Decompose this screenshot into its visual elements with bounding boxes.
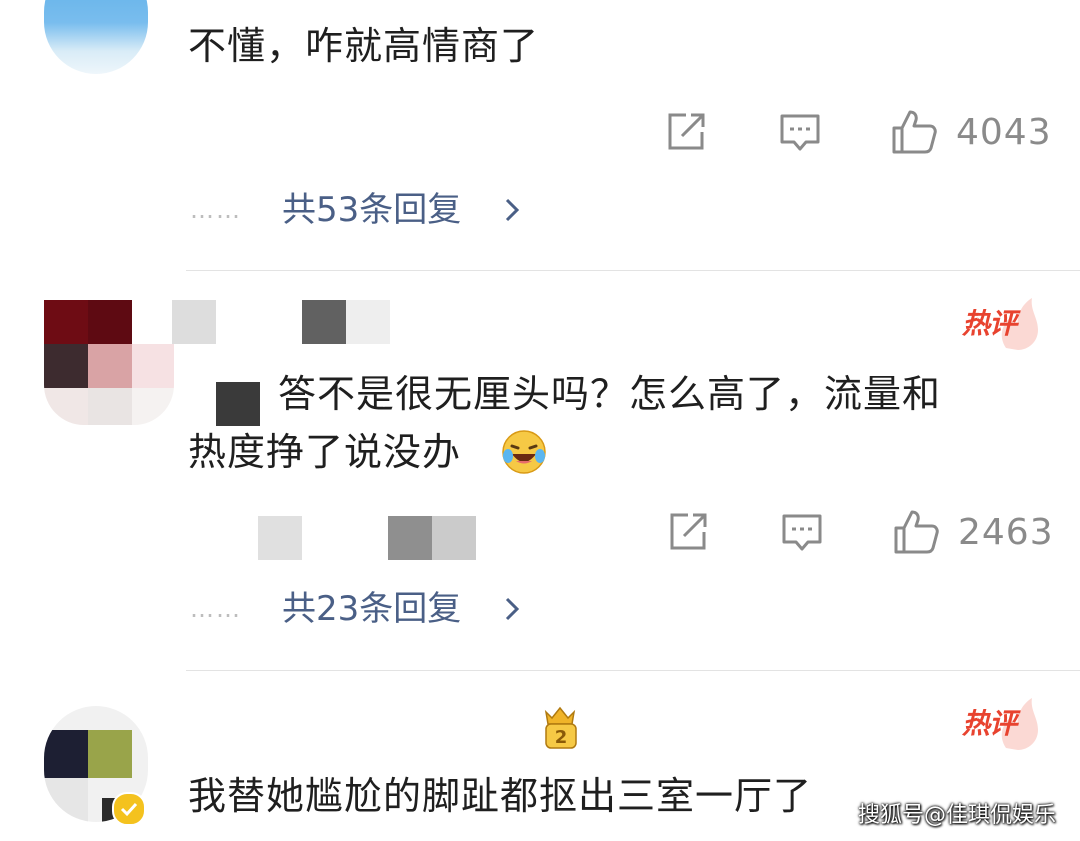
- replies-label: 共53条回复: [282, 190, 462, 230]
- comment-text: 不懂，咋就高情商了: [188, 24, 540, 68]
- avatar[interactable]: [44, 300, 174, 425]
- comment-icon[interactable]: [780, 510, 824, 554]
- like-count: 2463: [958, 512, 1054, 553]
- comment-feed: 不懂，咋就高情商了 4043 …… 共53条回复 热评 答不是很无厘头吗？怎么高…: [0, 0, 1080, 841]
- view-replies-link[interactable]: 共23条回复: [282, 589, 461, 629]
- comment-text-line-2: 热度挣了说没办: [188, 430, 462, 474]
- comment-text: 我替她尴尬的脚趾都抠出三室一厅了: [188, 774, 813, 818]
- vip-crown-icon: 2: [544, 706, 577, 749]
- view-replies-link[interactable]: 共53条回复: [282, 190, 461, 230]
- replies-dots: ……: [190, 595, 242, 623]
- laughing-crying-emoji-icon: [502, 430, 546, 474]
- username-redacted[interactable]: [172, 300, 392, 344]
- replies-dots: ……: [190, 196, 242, 224]
- watermark: 搜狐号@佳琪侃娱乐: [857, 803, 1056, 828]
- verified-badge-icon: [112, 792, 146, 826]
- share-icon[interactable]: [666, 510, 710, 554]
- chevron-right-icon[interactable]: [500, 595, 524, 623]
- divider: [186, 270, 1080, 271]
- hot-comment-badge: 热评: [958, 696, 1038, 752]
- chevron-right-icon[interactable]: [500, 196, 524, 224]
- divider: [186, 670, 1080, 671]
- thumbs-up-icon[interactable]: [892, 508, 940, 556]
- share-icon[interactable]: [664, 110, 708, 154]
- replies-label: 共23条回复: [282, 589, 462, 629]
- redacted-text-block: [216, 382, 260, 426]
- thumbs-up-icon[interactable]: [890, 108, 938, 156]
- comment-icon[interactable]: [778, 110, 822, 154]
- svg-text:2: 2: [555, 727, 568, 748]
- avatar[interactable]: [44, 0, 148, 74]
- comment-text-line-1: 答不是很无厘头吗？怎么高了，流量和: [278, 372, 942, 416]
- redacted-row: [258, 516, 478, 560]
- hot-comment-badge: 热评: [958, 296, 1038, 352]
- like-count: 4043: [956, 112, 1052, 153]
